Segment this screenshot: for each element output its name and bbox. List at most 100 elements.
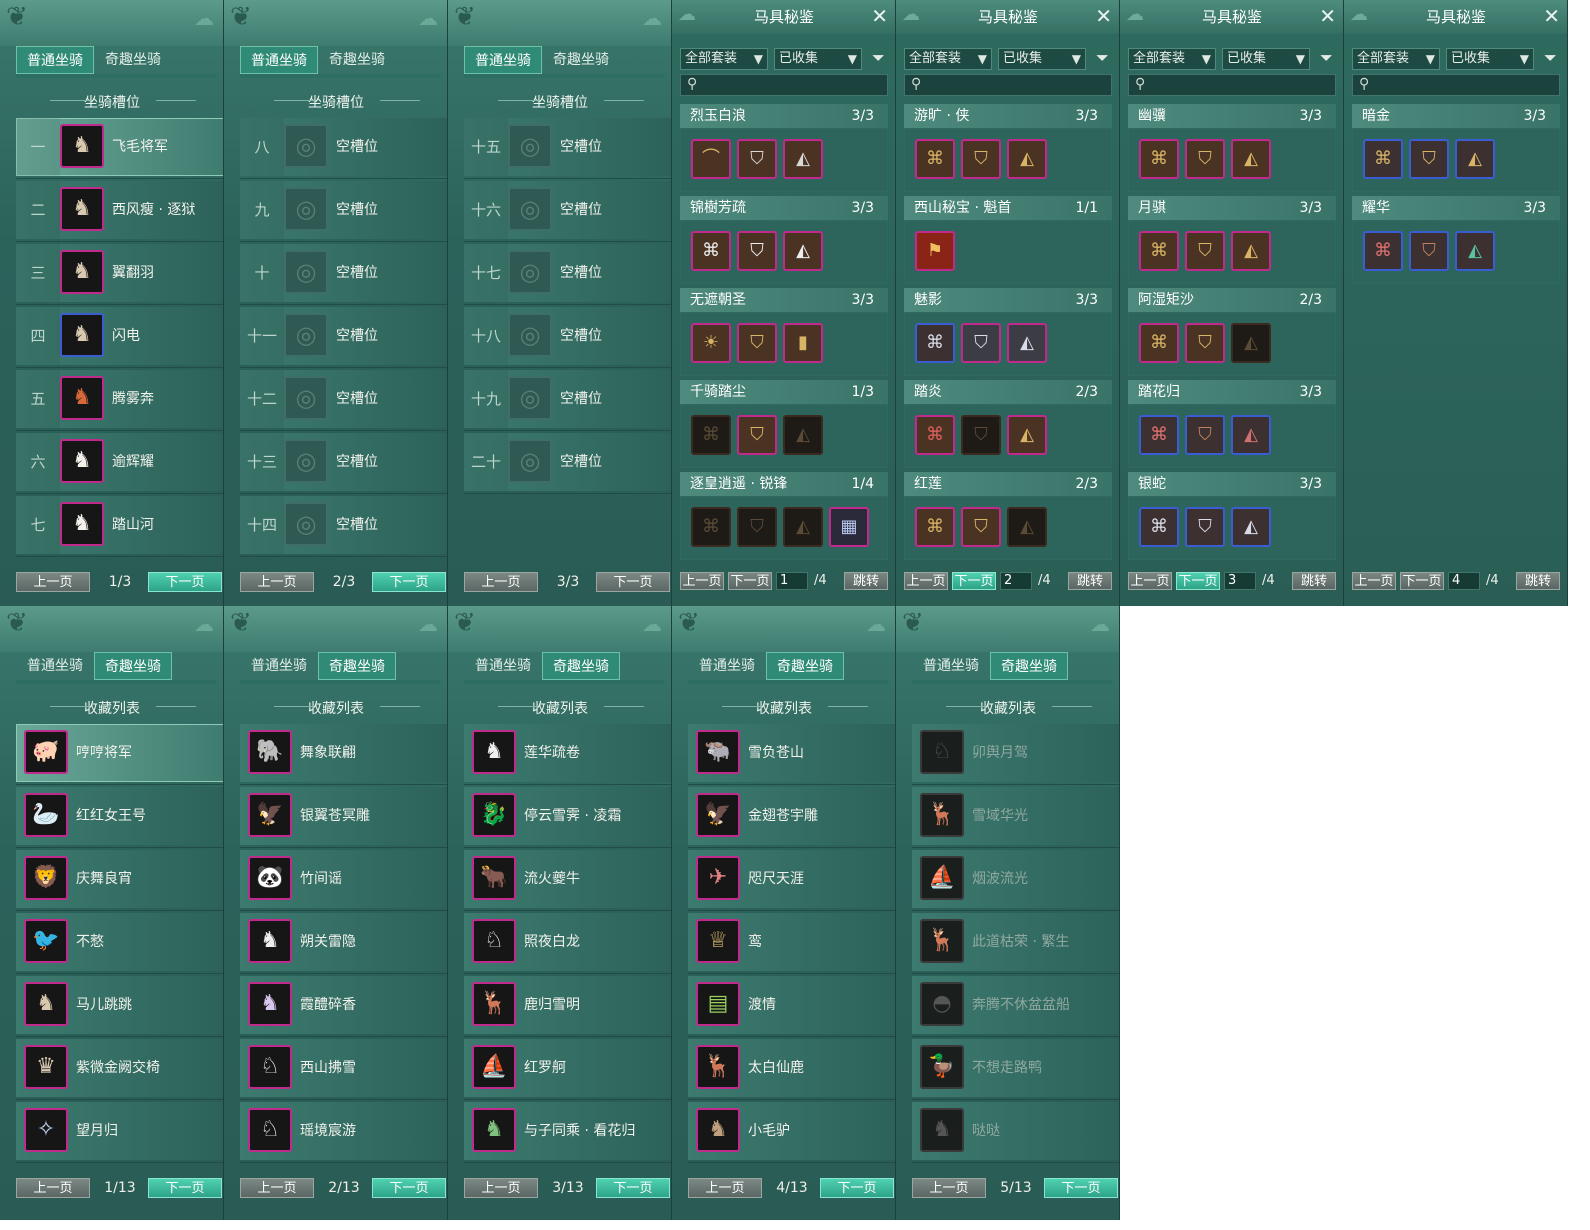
mount-slot-row[interactable]: 六 ♞ 逾辉耀 <box>16 431 223 494</box>
filter-icon[interactable]: ⏷ <box>872 48 885 68</box>
tab-fun-mounts[interactable]: 奇趣坐骑 <box>318 652 396 680</box>
collected-filter-dropdown[interactable]: 已收集 ▼ <box>1446 48 1534 70</box>
collection-item[interactable]: ♘ 瑶境宸游 <box>240 1100 447 1163</box>
collection-item[interactable]: 🐂 流火夔牛 <box>464 848 671 911</box>
collection-item[interactable]: 🦢 红红女王号 <box>16 785 223 848</box>
set-entry[interactable]: 幽骥 3/3 ⌘ ⛉ ◭ <box>1128 104 1336 196</box>
tab-fun-mounts[interactable]: 奇趣坐骑 <box>318 46 396 74</box>
tab-normal-mounts[interactable]: 普通坐骑 <box>16 46 94 74</box>
set-filter-dropdown[interactable]: 全部套装 ▼ <box>1352 48 1440 70</box>
close-icon[interactable]: ✕ <box>871 4 888 28</box>
search-input[interactable]: ⚲ <box>1128 74 1336 96</box>
mount-slot-row[interactable]: 八 ◎ 空槽位 <box>240 116 447 179</box>
prev-page-button[interactable]: 上一页 <box>904 572 948 590</box>
mount-slot-row[interactable]: 十二 ◎ 空槽位 <box>240 368 447 431</box>
set-entry[interactable]: 逐皇逍遥 · 锐锋 1/4 ⌘ ⛉ ◭ ▦ <box>680 472 888 564</box>
collection-item[interactable]: 🦅 银翼苍冥雕 <box>240 785 447 848</box>
collection-item[interactable]: 🐃 雪负苍山 <box>688 722 895 785</box>
collection-item[interactable]: ♞ 朔关雷隐 <box>240 911 447 974</box>
set-filter-dropdown[interactable]: 全部套装 ▼ <box>1128 48 1216 70</box>
close-icon[interactable]: ✕ <box>1319 4 1336 28</box>
collection-item[interactable]: 🦁 庆舞良宵 <box>16 848 223 911</box>
next-page-button[interactable]: 下一页 <box>372 1178 446 1198</box>
prev-page-button[interactable]: 上一页 <box>16 572 90 592</box>
close-icon[interactable]: ✕ <box>1543 4 1560 28</box>
collection-item[interactable]: 🦌 太白仙鹿 <box>688 1037 895 1100</box>
prev-page-button[interactable]: 上一页 <box>688 1178 762 1198</box>
set-entry[interactable]: 无遮朝圣 3/3 ☀ ⛉ ▮ <box>680 288 888 380</box>
collection-item[interactable]: 🦌 此道枯荣 · 繁生 <box>912 911 1119 974</box>
tab-normal-mounts[interactable]: 普通坐骑 <box>912 652 990 680</box>
tab-fun-mounts[interactable]: 奇趣坐骑 <box>542 46 620 74</box>
prev-page-button[interactable]: 上一页 <box>240 572 314 592</box>
set-entry[interactable]: 红莲 2/3 ⌘ ⛉ ◭ <box>904 472 1112 564</box>
collection-item[interactable]: 🦅 金翅苍宇雕 <box>688 785 895 848</box>
collection-item[interactable]: ♘ 卯舆月驾 <box>912 722 1119 785</box>
collection-item[interactable]: ♞ 小毛驴 <box>688 1100 895 1163</box>
tab-fun-mounts[interactable]: 奇趣坐骑 <box>94 652 172 680</box>
collection-item[interactable]: 🐘 舞象联翩 <box>240 722 447 785</box>
set-entry[interactable]: 踏花归 3/3 ⌘ ⛉ ◭ <box>1128 380 1336 472</box>
collection-item[interactable]: ⛵ 烟波流光 <box>912 848 1119 911</box>
next-page-button[interactable]: 下一页 <box>952 572 996 590</box>
collection-item[interactable]: ♕ 鸾 <box>688 911 895 974</box>
search-input[interactable]: ⚲ <box>904 74 1112 96</box>
page-number-input[interactable]: 1 <box>776 572 808 590</box>
mount-slot-row[interactable]: 二 ♞ 西风瘦 · 逐狱 <box>16 179 223 242</box>
tab-fun-mounts[interactable]: 奇趣坐骑 <box>94 46 172 74</box>
next-page-button[interactable]: 下一页 <box>1400 572 1444 590</box>
mount-slot-row[interactable]: 七 ♞ 踏山河 <box>16 494 223 557</box>
search-input[interactable]: ⚲ <box>1352 74 1560 96</box>
collected-filter-dropdown[interactable]: 已收集 ▼ <box>998 48 1086 70</box>
set-entry[interactable]: 烈玉白浪 3/3 ⌒ ⛉ ◭ <box>680 104 888 196</box>
jump-button[interactable]: 跳转 <box>1068 572 1112 590</box>
prev-page-button[interactable]: 上一页 <box>1128 572 1172 590</box>
mount-slot-row[interactable]: 十 ◎ 空槽位 <box>240 242 447 305</box>
next-page-button[interactable]: 下一页 <box>728 572 772 590</box>
prev-page-button[interactable]: 上一页 <box>464 1178 538 1198</box>
collection-item[interactable]: 🦌 鹿归雪明 <box>464 974 671 1037</box>
collection-item[interactable]: 🐖 哼哼将军 <box>16 722 223 785</box>
set-entry[interactable]: 暗金 3/3 ⌘ ⛉ ◭ <box>1352 104 1560 196</box>
collection-item[interactable]: ✧ 望月归 <box>16 1100 223 1163</box>
next-page-button[interactable]: 下一页 <box>372 572 446 592</box>
filter-icon[interactable]: ⏷ <box>1544 48 1557 68</box>
collection-item[interactable]: 🦌 雪域华光 <box>912 785 1119 848</box>
page-number-input[interactable]: 4 <box>1448 572 1480 590</box>
jump-button[interactable]: 跳转 <box>1516 572 1560 590</box>
mount-slot-row[interactable]: 十四 ◎ 空槽位 <box>240 494 447 557</box>
tab-normal-mounts[interactable]: 普通坐骑 <box>464 46 542 74</box>
collected-filter-dropdown[interactable]: 已收集 ▼ <box>1222 48 1310 70</box>
prev-page-button[interactable]: 上一页 <box>16 1178 90 1198</box>
tab-normal-mounts[interactable]: 普通坐骑 <box>240 46 318 74</box>
set-entry[interactable]: 银蛇 3/3 ⌘ ⛉ ◭ <box>1128 472 1336 564</box>
set-filter-dropdown[interactable]: 全部套装 ▼ <box>904 48 992 70</box>
collection-item[interactable]: 🐉 停云雪霁 · 凌霜 <box>464 785 671 848</box>
next-page-button[interactable]: 下一页 <box>596 572 670 592</box>
set-entry[interactable]: 月骐 3/3 ⌘ ⛉ ◭ <box>1128 196 1336 288</box>
next-page-button[interactable]: 下一页 <box>596 1178 670 1198</box>
collection-item[interactable]: ♘ 照夜白龙 <box>464 911 671 974</box>
prev-page-button[interactable]: 上一页 <box>240 1178 314 1198</box>
tab-fun-mounts[interactable]: 奇趣坐骑 <box>542 652 620 680</box>
next-page-button[interactable]: 下一页 <box>148 1178 222 1198</box>
collection-item[interactable]: ♞ 马儿跳跳 <box>16 974 223 1037</box>
collected-filter-dropdown[interactable]: 已收集 ▼ <box>774 48 862 70</box>
mount-slot-row[interactable]: 三 ♞ 翼翻羽 <box>16 242 223 305</box>
set-entry[interactable]: 锦樹芳疏 3/3 ⌘ ⛉ ◭ <box>680 196 888 288</box>
mount-slot-row[interactable]: 十七 ◎ 空槽位 <box>464 242 671 305</box>
collection-item[interactable]: 🐦 不憗 <box>16 911 223 974</box>
next-page-button[interactable]: 下一页 <box>820 1178 894 1198</box>
set-entry[interactable]: 千骑踏尘 1/3 ⌘ ⛉ ◭ <box>680 380 888 472</box>
mount-slot-row[interactable]: 二十 ◎ 空槽位 <box>464 431 671 494</box>
filter-icon[interactable]: ⏷ <box>1096 48 1109 68</box>
collection-item[interactable]: 🐼 竹间谣 <box>240 848 447 911</box>
collection-item[interactable]: ◓ 奔腾不休盆盆船 <box>912 974 1119 1037</box>
mount-slot-row[interactable]: 十八 ◎ 空槽位 <box>464 305 671 368</box>
tab-normal-mounts[interactable]: 普通坐骑 <box>688 652 766 680</box>
filter-icon[interactable]: ⏷ <box>1320 48 1333 68</box>
next-page-button[interactable]: 下一页 <box>148 572 222 592</box>
collection-item[interactable]: ♛ 紫微金阙交椅 <box>16 1037 223 1100</box>
set-entry[interactable]: 西山秘宝 · 魁首 1/1 ⚑ <box>904 196 1112 288</box>
mount-slot-row[interactable]: 五 ♞ 腾雾奔 <box>16 368 223 431</box>
